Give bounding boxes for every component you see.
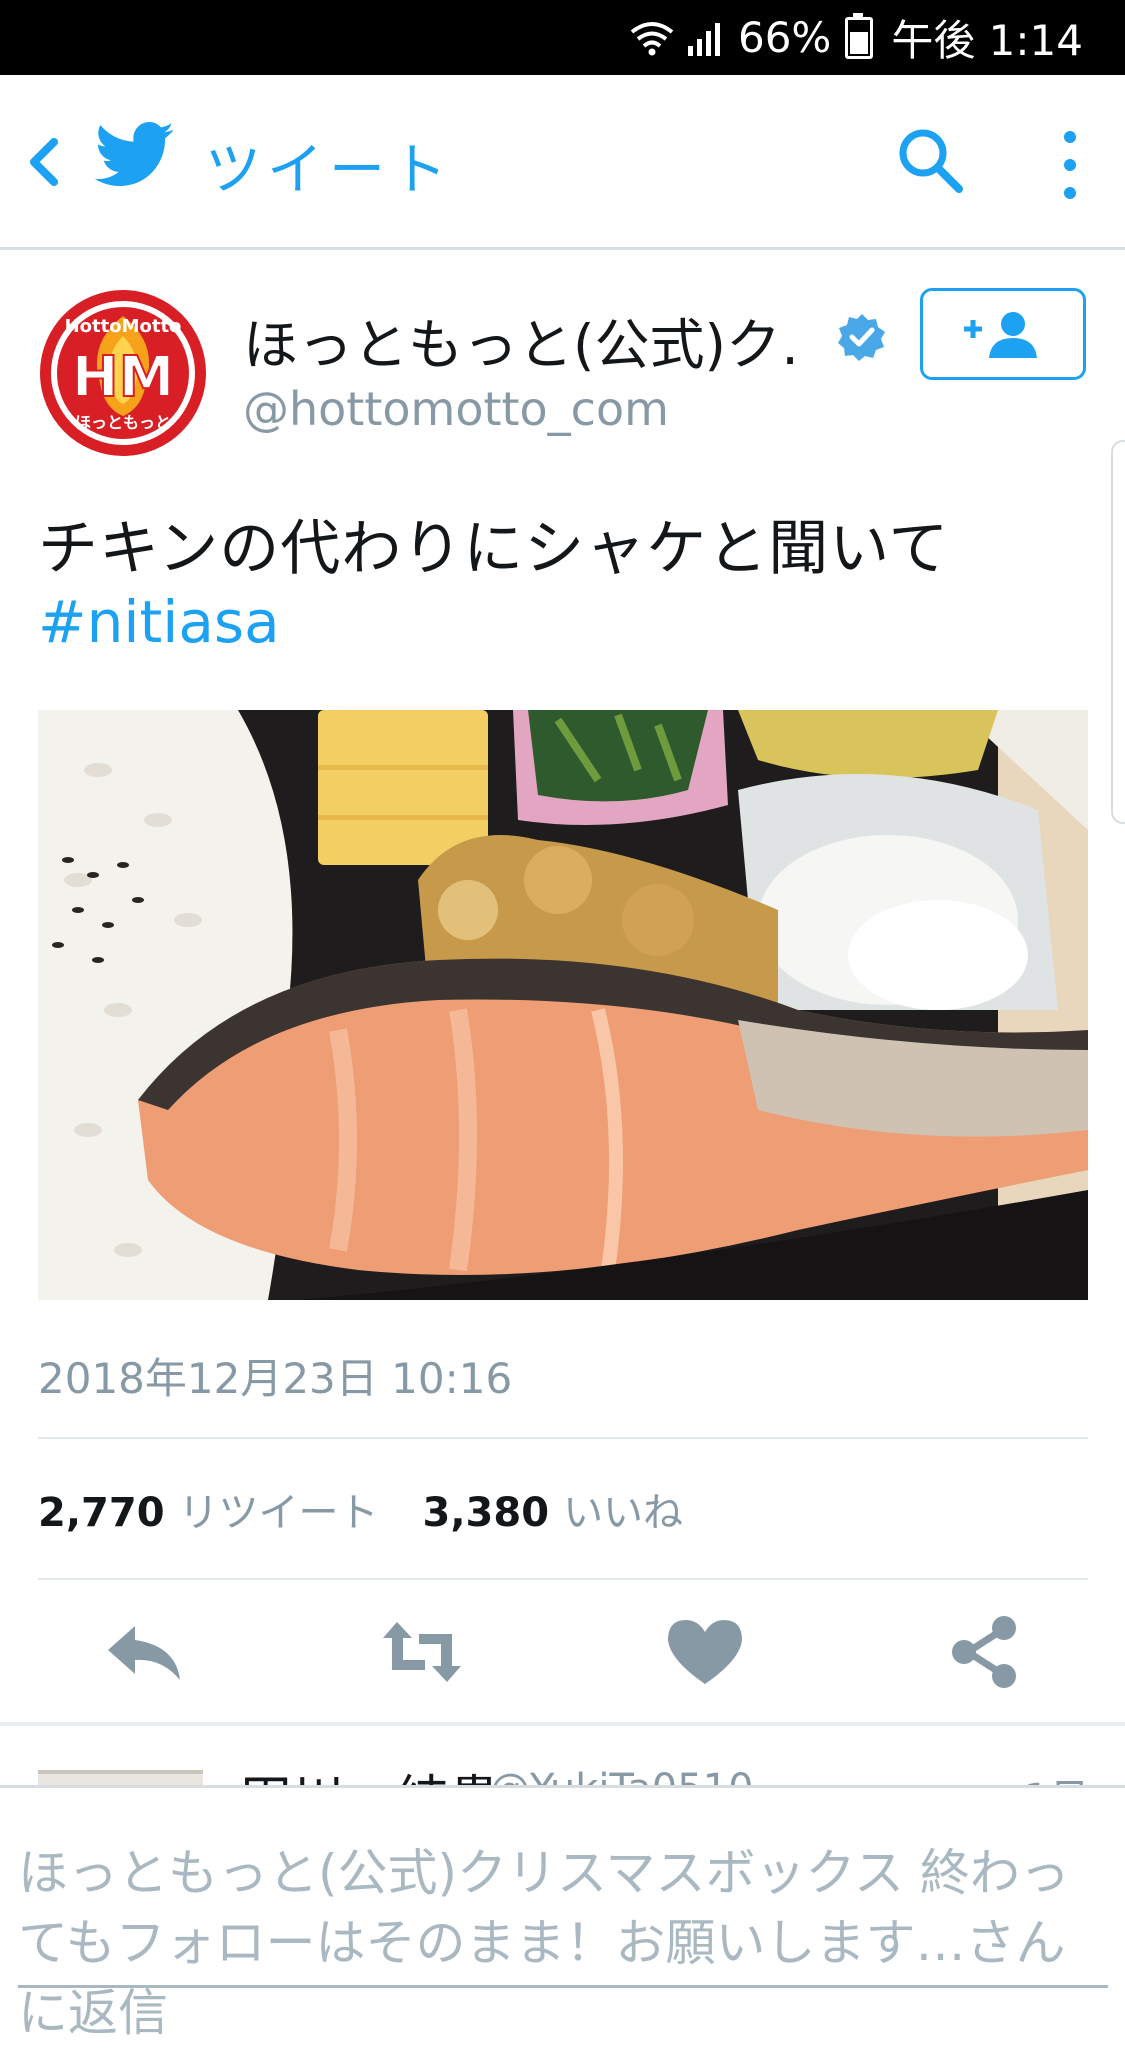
like-count[interactable]: 3,380 xyxy=(423,1490,550,1536)
app-header: ツイート xyxy=(0,75,1125,250)
tweet-timestamp: 2018年12月23日 10:16 xyxy=(38,1354,513,1403)
avatar-logo-top: HottoMotto xyxy=(65,316,182,337)
battery-percent: 66% xyxy=(737,13,832,62)
avatar-logo-bottom: ほっともっと xyxy=(75,413,171,432)
add-user-icon xyxy=(964,312,1037,358)
signal-icon xyxy=(686,20,726,56)
reply-input[interactable]: ほっともっと(公式)クリスマスボックス 終わってもフォローはそのまま！お願いしま… xyxy=(18,1838,1108,2048)
input-underline xyxy=(18,1985,1108,1988)
scroll-handle[interactable] xyxy=(1111,440,1125,824)
wifi-icon xyxy=(630,20,674,56)
more-vert-icon[interactable] xyxy=(1055,125,1085,205)
twitter-bird-icon xyxy=(94,120,175,190)
retweet-count[interactable]: 2,770 xyxy=(38,1490,165,1536)
section-divider xyxy=(0,1722,1125,1726)
retweet-label[interactable]: リツイート xyxy=(179,1480,379,1538)
header-title: ツイート xyxy=(205,138,453,203)
status-bar: 66% 午後 1:14 xyxy=(0,0,1125,75)
search-icon[interactable] xyxy=(895,125,965,195)
author-handle[interactable]: @hottomotto_com xyxy=(243,382,669,436)
tweet-text: チキンの代わりにシャケと聞いて xyxy=(38,514,950,584)
tweet-photo[interactable] xyxy=(38,710,1088,1300)
divider xyxy=(38,1437,1088,1439)
clock: 午後 1:14 xyxy=(891,16,1083,65)
verified-badge-icon xyxy=(837,312,887,362)
hashtag-link[interactable]: #nitiasa xyxy=(38,588,280,656)
share-icon[interactable] xyxy=(940,1612,1030,1692)
avatar[interactable]: HottoMotto HM ほっともっと xyxy=(38,288,208,458)
follow-button[interactable] xyxy=(920,288,1086,380)
reply-compose-bar[interactable]: ほっともっと(公式)クリスマスボックス 終わってもフォローはそのまま！お願いしま… xyxy=(0,1785,1125,2042)
retweet-icon[interactable] xyxy=(377,1612,467,1692)
battery-icon xyxy=(845,12,874,59)
avatar-logo-main: HM xyxy=(72,345,175,410)
divider xyxy=(38,1578,1088,1580)
author-name[interactable]: ほっともっと(公式)ク… xyxy=(243,300,803,380)
back-icon[interactable] xyxy=(20,132,68,192)
like-label[interactable]: いいね xyxy=(563,1480,683,1538)
reply-icon[interactable] xyxy=(100,1612,190,1692)
like-icon[interactable] xyxy=(660,1612,750,1692)
tweet-stats: 2,770 リツイート 3,380 いいね xyxy=(38,1480,727,1538)
